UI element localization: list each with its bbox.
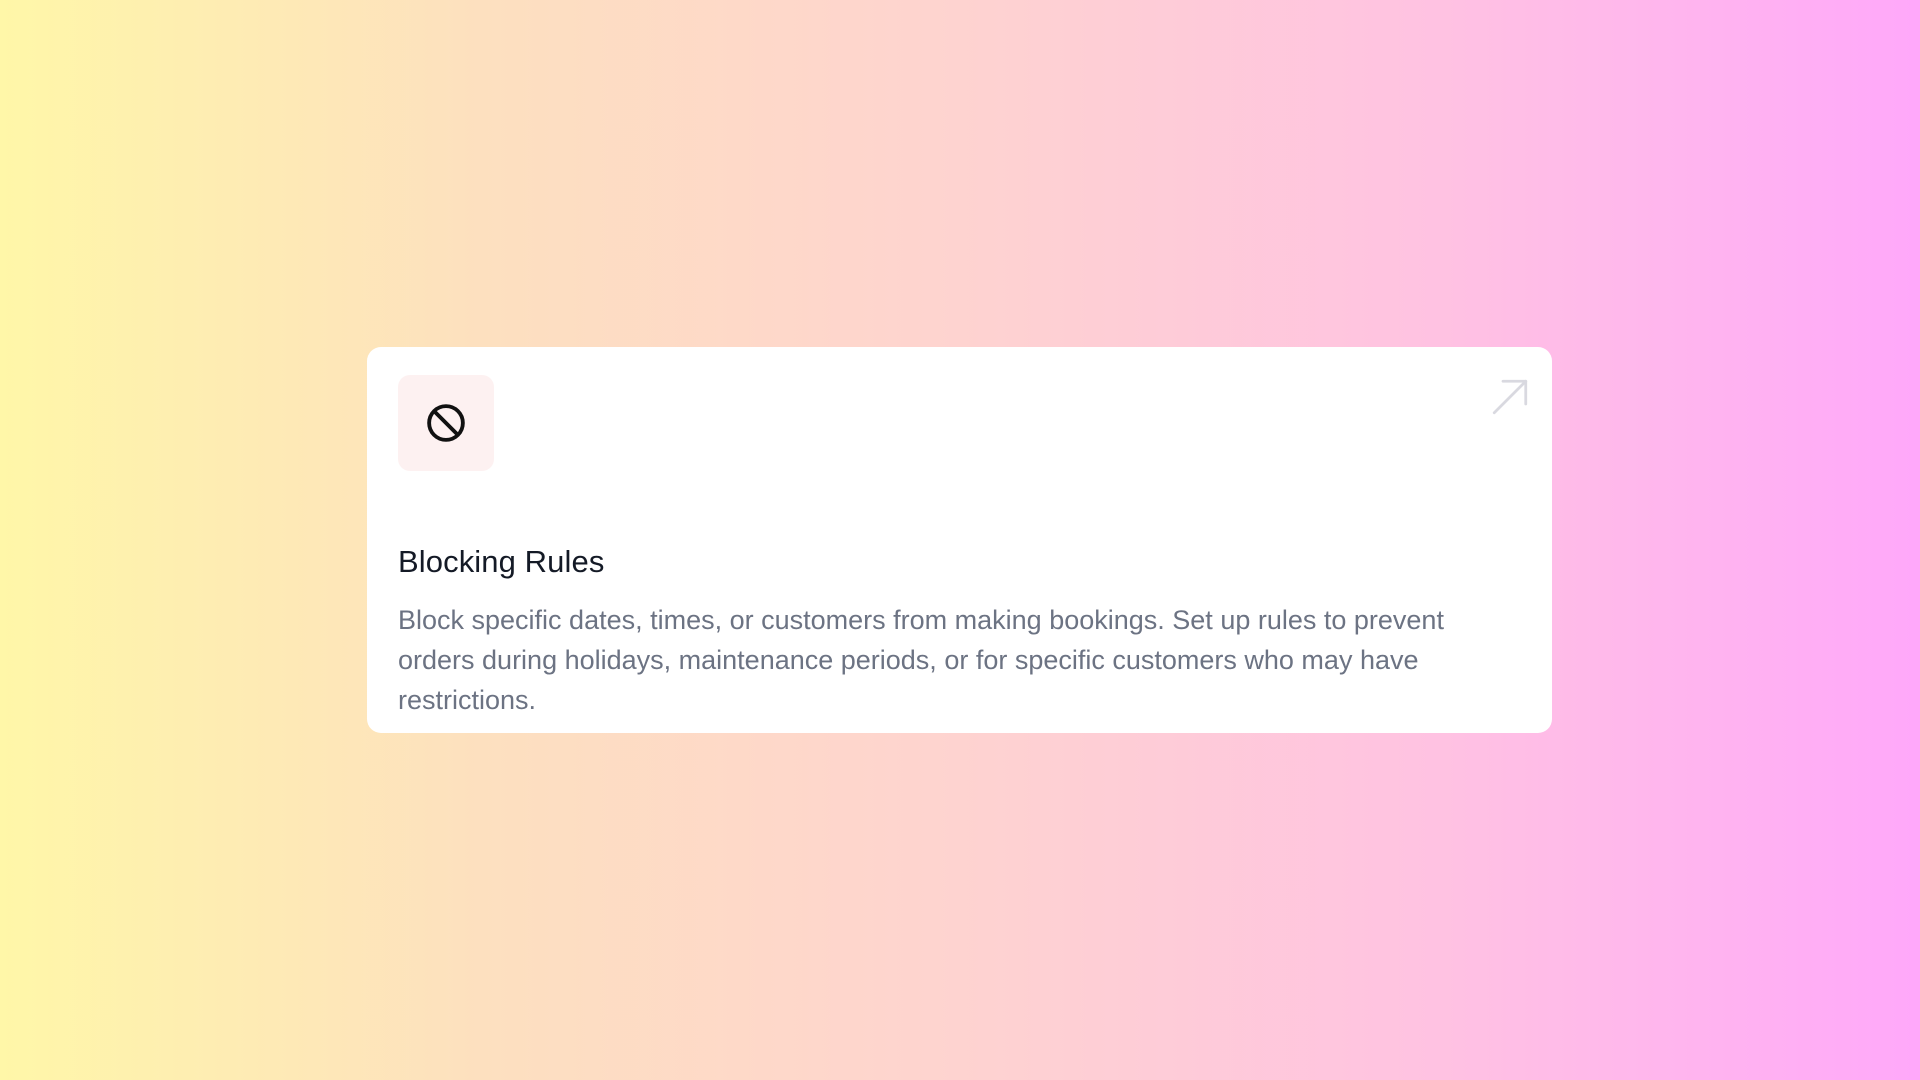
card-title: Blocking Rules bbox=[398, 544, 605, 579]
blocking-rules-card[interactable]: Blocking Rules Block specific dates, tim… bbox=[367, 347, 1552, 733]
ban-icon bbox=[424, 401, 468, 445]
arrow-up-right-icon bbox=[1489, 376, 1531, 418]
icon-tile bbox=[398, 375, 494, 471]
card-description: Block specific dates, times, or customer… bbox=[398, 605, 1444, 716]
open-card-link[interactable] bbox=[1488, 375, 1532, 419]
